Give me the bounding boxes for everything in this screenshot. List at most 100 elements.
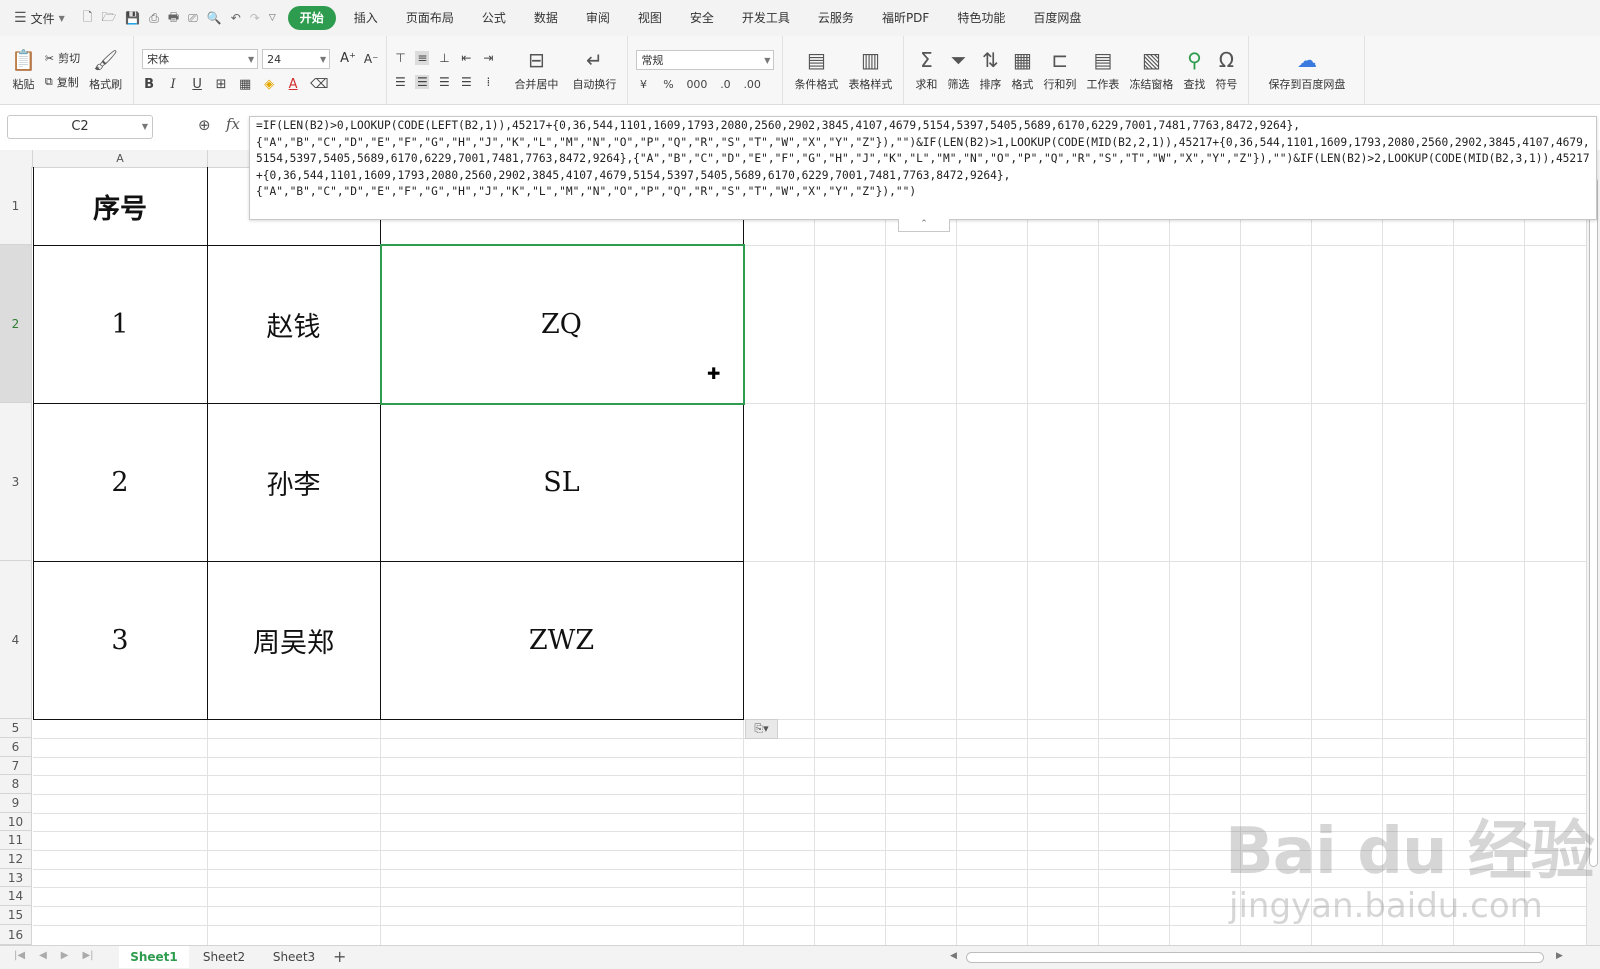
tab-insert[interactable]: 插入 (340, 6, 392, 30)
row-header-11[interactable]: 11 (0, 831, 32, 850)
justify-icon[interactable]: ☰ (459, 75, 473, 89)
column-header-a[interactable]: A (33, 150, 208, 167)
filter-button[interactable]: ⏷ 筛选 (942, 48, 974, 92)
currency-icon[interactable]: ¥ (636, 78, 650, 91)
tab-data[interactable]: 数据 (520, 6, 572, 30)
last-sheet-icon[interactable]: ▶| (82, 950, 93, 961)
sheet-tab-sheet2[interactable]: Sheet2 (189, 946, 259, 968)
cell-a2[interactable]: 1 (33, 245, 207, 403)
row-col-button[interactable]: ⊏ 行和列 (1038, 48, 1081, 92)
cell-a1-header[interactable]: 序号 (33, 167, 207, 245)
tab-view[interactable]: 视图 (624, 6, 676, 30)
select-all-corner[interactable] (0, 150, 33, 167)
open-folder-icon[interactable]: 🗁 (101, 8, 116, 29)
align-top-icon[interactable]: ⊤ (393, 51, 407, 65)
save-to-baidu-button[interactable]: ☁ 保存到百度网盘 (1263, 48, 1350, 92)
cell-b4[interactable]: 周吴郑 (207, 561, 380, 719)
find-button[interactable]: ⚲ 查找 (1178, 48, 1210, 92)
print-icon[interactable]: 🖶 (168, 8, 179, 29)
increase-font-icon[interactable]: A⁺ (340, 51, 356, 66)
row-header-3[interactable]: 3 (0, 403, 32, 561)
scroll-left-icon[interactable]: ◀ (950, 951, 957, 961)
collapse-formula-icon[interactable]: ⌃ (898, 219, 950, 232)
tab-foxit-pdf[interactable]: 福昕PDF (868, 6, 943, 30)
formula-input[interactable]: =IF(LEN(B2)>0,LOOKUP(CODE(LEFT(B2,1)),45… (249, 116, 1597, 220)
first-sheet-icon[interactable]: |◀ (14, 950, 25, 961)
tab-developer[interactable]: 开发工具 (728, 6, 804, 30)
print-preview-icon[interactable]: ⎚ (188, 11, 198, 26)
align-left-icon[interactable]: ☰ (393, 75, 407, 89)
thousands-icon[interactable]: 000 (686, 78, 707, 91)
conditional-format-button[interactable]: ▤ 条件格式 (789, 48, 843, 92)
copy-button[interactable]: ⧉ 复制 (45, 74, 80, 90)
undo-icon[interactable]: ↶ (231, 11, 241, 25)
font-size-select[interactable]: 24 ▼ (262, 48, 331, 69)
border-icon[interactable]: ⊞ (214, 77, 228, 92)
next-sheet-icon[interactable]: ▶ (61, 950, 69, 961)
tab-features[interactable]: 特色功能 (943, 6, 1019, 30)
percent-icon[interactable]: % (661, 78, 675, 91)
zoom-in-icon[interactable]: ⊕ (198, 116, 211, 134)
font-name-select[interactable]: 宋体 ▼ (142, 48, 259, 69)
eraser-icon[interactable]: ⌫ (310, 77, 328, 92)
row-header-13[interactable]: 13 (0, 869, 32, 887)
row-header-2[interactable]: 2 (0, 245, 32, 403)
tab-review[interactable]: 审阅 (572, 6, 624, 30)
find-doc-icon[interactable]: 🔍 (207, 11, 222, 25)
row-header-15[interactable]: 15 (0, 906, 32, 925)
customize-icon[interactable]: ▽ (269, 13, 276, 23)
format-button[interactable]: ▦ 格式 (1006, 48, 1038, 92)
cut-button[interactable]: ✂ 剪切 (45, 50, 80, 66)
add-sheet-icon[interactable]: + (333, 946, 346, 968)
indent-increase-icon[interactable]: ⇥ (481, 51, 495, 65)
wrap-text-button[interactable]: ↵ 自动换行 (567, 48, 621, 92)
cell-a3[interactable]: 2 (33, 403, 207, 561)
cell-b2[interactable]: 赵钱 (207, 245, 380, 403)
cell-c4[interactable]: ZWZ (380, 561, 743, 719)
fill-pattern-icon[interactable]: ▦ (238, 77, 252, 92)
tab-cloud[interactable]: 云服务 (804, 6, 868, 30)
align-bottom-icon[interactable]: ⊥ (437, 51, 451, 65)
spreadsheet-grid[interactable]: 序号 1 赵钱 ZQ 2 孙李 SL 3 周吴郑 ZWZ ✚ (33, 167, 1586, 945)
table-style-button[interactable]: ▥ 表格样式 (843, 48, 897, 92)
bold-icon[interactable]: B (142, 77, 156, 92)
redo-icon[interactable]: ↷ (250, 11, 260, 25)
row-header-8[interactable]: 8 (0, 775, 32, 794)
save-icon[interactable]: 💾 (125, 11, 140, 25)
font-color-icon[interactable]: A (286, 77, 300, 92)
number-format-select[interactable]: 常规 ▼ (636, 49, 775, 70)
decrease-font-icon[interactable]: A⁻ (364, 52, 379, 66)
worksheet-button[interactable]: ▤ 工作表 (1081, 48, 1124, 92)
vertical-scrollbar[interactable] (1586, 167, 1600, 945)
row-header-9[interactable]: 9 (0, 794, 32, 813)
tab-baidu-netdisk[interactable]: 百度网盘 (1019, 6, 1095, 30)
decrease-decimal-icon[interactable]: .00 (743, 78, 761, 91)
row-header-5[interactable]: 5 (0, 719, 32, 738)
row-header-10[interactable]: 10 (0, 813, 32, 831)
name-box[interactable]: C2 ▼ (7, 115, 153, 139)
freeze-panes-button[interactable]: ▧ 冻结窗格 (1124, 48, 1178, 92)
underline-icon[interactable]: U (190, 77, 204, 92)
row-header-16[interactable]: 16 (0, 925, 32, 945)
format-painter-button[interactable]: 🖌 格式刷 (84, 48, 127, 92)
fill-color-icon[interactable]: ◈ (262, 77, 276, 92)
fx-icon[interactable]: fx (226, 115, 240, 133)
row-header-12[interactable]: 12 (0, 850, 32, 869)
cell-b3[interactable]: 孙李 (207, 403, 380, 561)
sort-button[interactable]: ⇅ 排序 (974, 48, 1006, 92)
tab-formulas[interactable]: 公式 (468, 6, 520, 30)
export-pdf-icon[interactable]: ⎙ (149, 11, 159, 26)
align-middle-icon[interactable]: ≡ (415, 51, 430, 65)
cell-a4[interactable]: 3 (33, 561, 207, 719)
file-menu[interactable]: ☰ 文件 ▼ (0, 10, 75, 27)
symbol-button[interactable]: Ω 符号 (1210, 48, 1242, 92)
sheet-tab-sheet1[interactable]: Sheet1 (119, 946, 189, 968)
row-header-6[interactable]: 6 (0, 738, 32, 757)
align-center-icon[interactable]: ☰ (415, 75, 430, 89)
distribute-icon[interactable]: ⁞ (481, 75, 495, 89)
cell-c3[interactable]: SL (380, 403, 743, 561)
prev-sheet-icon[interactable]: ◀ (39, 950, 47, 961)
align-right-icon[interactable]: ☰ (437, 75, 451, 89)
increase-decimal-icon[interactable]: .0 (718, 78, 732, 91)
paste-button[interactable]: 📋 粘贴 (6, 48, 41, 92)
